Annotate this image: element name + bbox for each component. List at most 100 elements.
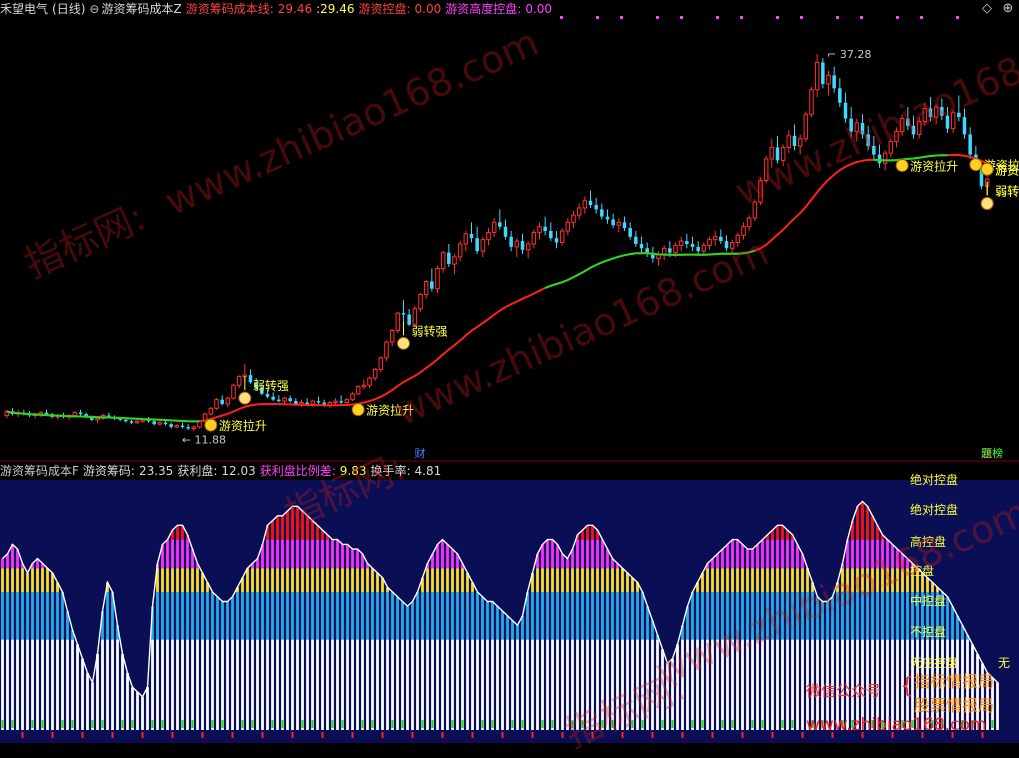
candle[interactable] — [634, 236, 638, 244]
candle[interactable] — [696, 246, 700, 252]
candle[interactable] — [678, 240, 684, 246]
candle[interactable] — [316, 401, 321, 403]
candle[interactable] — [367, 377, 372, 386]
candle[interactable] — [559, 230, 565, 244]
candle[interactable] — [225, 397, 231, 405]
candle[interactable] — [769, 146, 775, 160]
candle[interactable] — [525, 243, 531, 251]
candle[interactable] — [430, 281, 434, 289]
candle[interactable] — [169, 424, 173, 428]
candle[interactable] — [945, 115, 950, 129]
candle[interactable] — [498, 222, 502, 227]
candle[interactable] — [305, 402, 309, 404]
candle[interactable] — [407, 314, 411, 325]
candle[interactable] — [968, 134, 972, 155]
candle[interactable] — [514, 240, 520, 248]
candle[interactable] — [582, 200, 588, 209]
candle[interactable] — [554, 238, 559, 243]
candle[interactable] — [838, 88, 842, 103]
candle[interactable] — [922, 107, 928, 122]
candle[interactable] — [452, 256, 457, 265]
candle[interactable] — [916, 120, 922, 135]
candle[interactable] — [186, 427, 190, 429]
candle[interactable] — [418, 293, 423, 310]
candle[interactable] — [906, 118, 910, 126]
candle[interactable] — [724, 241, 729, 249]
candle[interactable] — [763, 158, 769, 182]
candle[interactable] — [372, 368, 378, 379]
candle[interactable] — [719, 236, 723, 242]
candle[interactable] — [277, 399, 281, 402]
candle[interactable] — [735, 234, 741, 244]
mode-left-icon[interactable]: ◇ — [978, 0, 996, 18]
candle[interactable] — [265, 393, 270, 397]
candle[interactable] — [457, 243, 463, 258]
candle[interactable] — [447, 252, 451, 265]
candle[interactable] — [72, 412, 78, 416]
candle[interactable] — [248, 375, 253, 383]
candle[interactable] — [174, 425, 180, 428]
event-marker[interactable]: 题榜 — [981, 446, 1003, 460]
candle[interactable] — [355, 386, 361, 395]
candle[interactable] — [236, 376, 242, 386]
candle[interactable] — [622, 222, 627, 229]
candle[interactable] — [661, 247, 667, 255]
candle[interactable] — [134, 420, 140, 424]
candle[interactable] — [707, 239, 712, 246]
candle[interactable] — [486, 231, 491, 241]
candle[interactable] — [152, 421, 156, 425]
candle[interactable] — [899, 118, 905, 133]
candle[interactable] — [180, 425, 185, 428]
candle[interactable] — [882, 152, 888, 164]
candle[interactable] — [792, 135, 797, 146]
candle[interactable] — [786, 135, 792, 148]
candle[interactable] — [911, 125, 916, 135]
candle[interactable] — [600, 209, 604, 217]
candle[interactable] — [509, 236, 513, 247]
candle[interactable] — [797, 138, 803, 147]
candle[interactable] — [423, 280, 429, 295]
candle[interactable] — [605, 216, 610, 220]
candle[interactable] — [826, 74, 831, 85]
candle[interactable] — [803, 113, 809, 140]
candle[interactable] — [571, 214, 576, 223]
period-label[interactable]: (日线) — [52, 2, 85, 16]
candle[interactable] — [95, 417, 100, 421]
candle[interactable] — [463, 233, 469, 245]
candle[interactable] — [832, 75, 836, 89]
candle[interactable] — [537, 226, 542, 233]
bottom-indicator-name[interactable]: 游资筹码成本F — [0, 464, 79, 478]
candle[interactable] — [282, 397, 287, 402]
candle[interactable] — [129, 421, 134, 423]
candle[interactable] — [412, 308, 418, 326]
candle[interactable] — [690, 243, 695, 247]
candle[interactable] — [44, 412, 49, 415]
candle[interactable] — [480, 239, 486, 252]
candle[interactable] — [469, 233, 474, 239]
candle[interactable] — [746, 217, 752, 228]
candle[interactable] — [940, 107, 944, 116]
candle[interactable] — [214, 399, 219, 409]
candle[interactable] — [639, 243, 644, 249]
stock-name[interactable]: 禾望电气 — [0, 2, 48, 16]
candle[interactable] — [163, 422, 168, 425]
candle[interactable] — [384, 341, 389, 359]
candle[interactable] — [752, 201, 758, 219]
candle[interactable] — [294, 401, 298, 404]
candle[interactable] — [758, 180, 763, 203]
candle[interactable] — [288, 398, 292, 402]
candle[interactable] — [271, 396, 275, 400]
candle[interactable] — [565, 221, 571, 232]
candle[interactable] — [344, 399, 350, 404]
candle[interactable] — [549, 231, 553, 239]
event-marker[interactable]: 财 — [415, 446, 426, 460]
candle[interactable] — [208, 407, 214, 415]
candle[interactable] — [543, 226, 547, 231]
candle[interactable] — [860, 122, 865, 135]
candle[interactable] — [520, 241, 525, 250]
candle[interactable] — [395, 312, 401, 331]
candle[interactable] — [491, 221, 497, 233]
candle[interactable] — [435, 267, 440, 290]
candle[interactable] — [814, 61, 820, 91]
candle[interactable] — [401, 313, 406, 315]
